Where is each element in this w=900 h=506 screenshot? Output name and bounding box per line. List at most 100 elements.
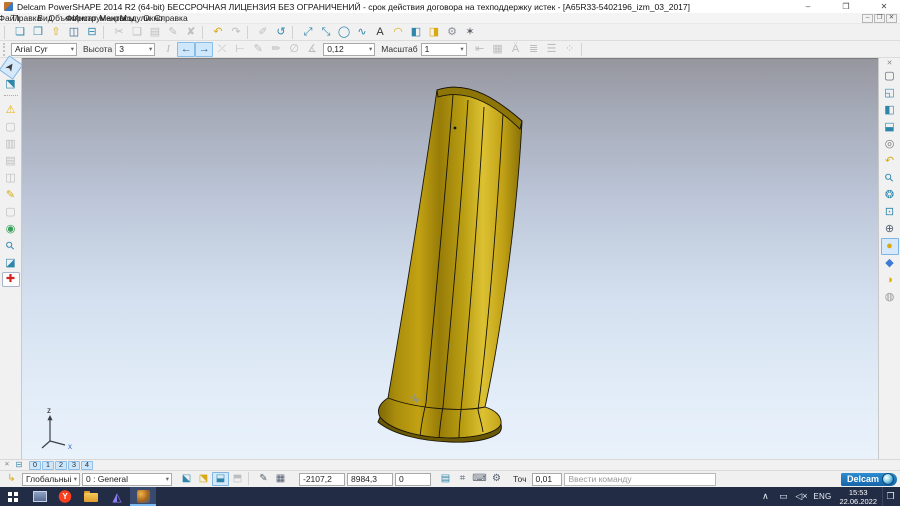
multiple-views-icon[interactable]: ⊕ bbox=[881, 221, 899, 238]
solid-tool-icon[interactable]: ◧ bbox=[407, 25, 425, 40]
italic-icon[interactable]: I bbox=[159, 42, 177, 57]
level-button-1[interactable]: 1 bbox=[42, 461, 54, 470]
workplane-select[interactable]: Глобальный ▾ bbox=[22, 473, 80, 486]
robot-icon[interactable]: ⚙ bbox=[488, 472, 505, 486]
volume-muted-icon[interactable]: ◁× bbox=[792, 487, 810, 506]
mirror-text-icon[interactable]: ⤫ bbox=[213, 42, 231, 57]
network-icon[interactable]: ▭ bbox=[774, 487, 792, 506]
intelligent-cursor-icon[interactable]: ⬕ bbox=[178, 472, 195, 486]
grid-icon[interactable]: ▦ bbox=[272, 472, 289, 486]
blade-model[interactable] bbox=[378, 87, 522, 442]
menu-help[interactable]: Справка bbox=[162, 11, 180, 26]
list-icon[interactable]: ☰ bbox=[543, 42, 561, 57]
model-doctor-icon[interactable]: ✚ bbox=[2, 272, 20, 287]
file-explorer-icon[interactable] bbox=[78, 487, 104, 506]
y-coordinate[interactable]: 8984,3 bbox=[347, 473, 393, 486]
level-button-2[interactable]: 2 bbox=[55, 461, 67, 470]
minimize-button[interactable]: – bbox=[802, 1, 814, 12]
rewind-icon[interactable]: ⇤ bbox=[471, 42, 489, 57]
delete-icon[interactable]: ✘ bbox=[182, 25, 200, 40]
dynamic-rotate-icon[interactable]: ↺ bbox=[272, 25, 290, 40]
table-icon[interactable]: ▦ bbox=[489, 42, 507, 57]
level-select[interactable]: 0 : General ▾ bbox=[82, 473, 172, 486]
cut-icon[interactable]: ✂ bbox=[110, 25, 128, 40]
z-coordinate[interactable]: 0 bbox=[395, 473, 431, 486]
blank-tool-icon[interactable]: ▢ bbox=[2, 204, 20, 221]
level-button-3[interactable]: 3 bbox=[68, 461, 80, 470]
snap-off-icon[interactable]: ⬒ bbox=[229, 472, 246, 486]
taskbar-clock[interactable]: 15:53 22.06.2022 bbox=[834, 488, 882, 506]
levels-warning-icon[interactable]: ⚠ bbox=[2, 102, 20, 119]
zoom-box-icon[interactable]: ⊡ bbox=[881, 204, 899, 221]
wizard-icon[interactable]: ✶ bbox=[461, 25, 479, 40]
print-icon[interactable]: ⊟ bbox=[83, 25, 101, 40]
text-tool-icon[interactable]: A bbox=[371, 25, 389, 40]
save-icon[interactable]: ◫ bbox=[65, 25, 83, 40]
cursor-pencil-icon[interactable]: ✎ bbox=[255, 472, 272, 486]
close-rail-icon[interactable]: ✕ bbox=[881, 59, 899, 68]
menu-modules[interactable]: Модули bbox=[126, 11, 144, 26]
align-left-icon[interactable]: ← bbox=[177, 42, 195, 57]
drawing-scale-icon[interactable]: ⬔ bbox=[195, 472, 212, 486]
keyboard-icon[interactable]: ⌨ bbox=[471, 472, 488, 486]
curve-tool-icon[interactable]: ∿ bbox=[353, 25, 371, 40]
start-button[interactable] bbox=[0, 487, 26, 506]
workplane-axes-icon[interactable]: ↳ bbox=[3, 472, 20, 486]
open-model-icon[interactable]: ❒ bbox=[29, 25, 47, 40]
transparent-view-icon[interactable]: ◆ bbox=[881, 255, 899, 272]
close-levels-icon[interactable]: ✕ bbox=[2, 460, 12, 470]
palette-icon[interactable]: ▤ bbox=[2, 153, 20, 170]
tray-chevron-icon[interactable]: ∧ bbox=[756, 487, 774, 506]
mdi-restore-button[interactable]: ❐ bbox=[874, 14, 885, 23]
circle-tool-icon[interactable]: ◯ bbox=[335, 25, 353, 40]
tolerance-value[interactable]: 0,01 bbox=[532, 473, 562, 486]
hatch-pen-icon[interactable]: ✎ bbox=[249, 42, 267, 57]
edit-macro-icon[interactable]: ✐ bbox=[254, 25, 272, 40]
wireframe-view-icon[interactable]: ▢ bbox=[881, 68, 899, 85]
view-direction-icon[interactable]: ◎ bbox=[881, 136, 899, 153]
language-indicator[interactable]: ENG bbox=[810, 487, 834, 506]
surface-tool-icon[interactable]: ◠ bbox=[389, 25, 407, 40]
action-center-icon[interactable]: ❒ bbox=[882, 487, 900, 506]
line-tool-icon[interactable]: ⤡ bbox=[317, 25, 335, 40]
workplane-tool-icon[interactable]: ⤢ bbox=[299, 25, 317, 40]
vnc-monitor-icon[interactable] bbox=[26, 487, 52, 506]
cad-app-icon[interactable]: ◭ bbox=[104, 487, 130, 506]
import-icon[interactable]: ⇧ bbox=[47, 25, 65, 40]
close-button[interactable]: ✕ bbox=[878, 1, 890, 12]
text-position-icon[interactable]: ⊢ bbox=[231, 42, 249, 57]
item-info-icon[interactable]: ▤ bbox=[437, 472, 454, 486]
angle-dimension-icon[interactable]: ∡ bbox=[303, 42, 321, 57]
sketch-pencil-icon[interactable]: ✎ bbox=[2, 187, 20, 204]
compare-icon[interactable]: ◫ bbox=[2, 170, 20, 187]
iso-view-icon[interactable]: ⬓ bbox=[881, 119, 899, 136]
feature-tool-icon[interactable]: ◨ bbox=[425, 25, 443, 40]
height-select[interactable]: 3 ▾ bbox=[115, 43, 155, 56]
tolerance-select[interactable]: 0,12 ▾ bbox=[323, 43, 375, 56]
clipboard-icon[interactable]: ▢ bbox=[2, 119, 20, 136]
hidden-line-view-icon[interactable]: ◱ bbox=[881, 85, 899, 102]
paste-icon[interactable]: ▤ bbox=[146, 25, 164, 40]
diameter-icon[interactable]: ∅ bbox=[285, 42, 303, 57]
x-coordinate[interactable]: -2107,2 bbox=[299, 473, 345, 486]
align-right-icon[interactable]: → bbox=[195, 42, 213, 57]
mdi-minimize-button[interactable]: – bbox=[862, 14, 873, 23]
dimension-pen-icon[interactable]: ✏ bbox=[267, 42, 285, 57]
mdi-close-button[interactable]: ✕ bbox=[886, 14, 897, 23]
levels-list-icon[interactable]: ⊟ bbox=[12, 460, 26, 470]
undo-icon[interactable]: ↶ bbox=[209, 25, 227, 40]
levels-panel-icon[interactable]: ▥ bbox=[2, 136, 20, 153]
calculator-icon[interactable]: ⌗ bbox=[454, 472, 471, 486]
shaded-wire-view-icon[interactable]: ◧ bbox=[881, 102, 899, 119]
viewport-canvas[interactable]: z x bbox=[22, 58, 878, 459]
yandex-browser-icon[interactable]: Y bbox=[52, 487, 78, 506]
scatter-points-icon[interactable]: ⁘ bbox=[561, 42, 579, 57]
level-button-0[interactable]: 0 bbox=[29, 461, 41, 470]
menu-edit[interactable]: Правка bbox=[18, 11, 36, 26]
new-model-icon[interactable]: ❏ bbox=[11, 25, 29, 40]
scale-select[interactable]: 1 ▾ bbox=[421, 43, 467, 56]
lighting-icon[interactable]: ◍ bbox=[881, 289, 899, 306]
assembly-gears-icon[interactable]: ⚙ bbox=[443, 25, 461, 40]
level-button-4[interactable]: 4 bbox=[81, 461, 93, 470]
font-select[interactable]: Arial Cyr ▾ bbox=[11, 43, 77, 56]
